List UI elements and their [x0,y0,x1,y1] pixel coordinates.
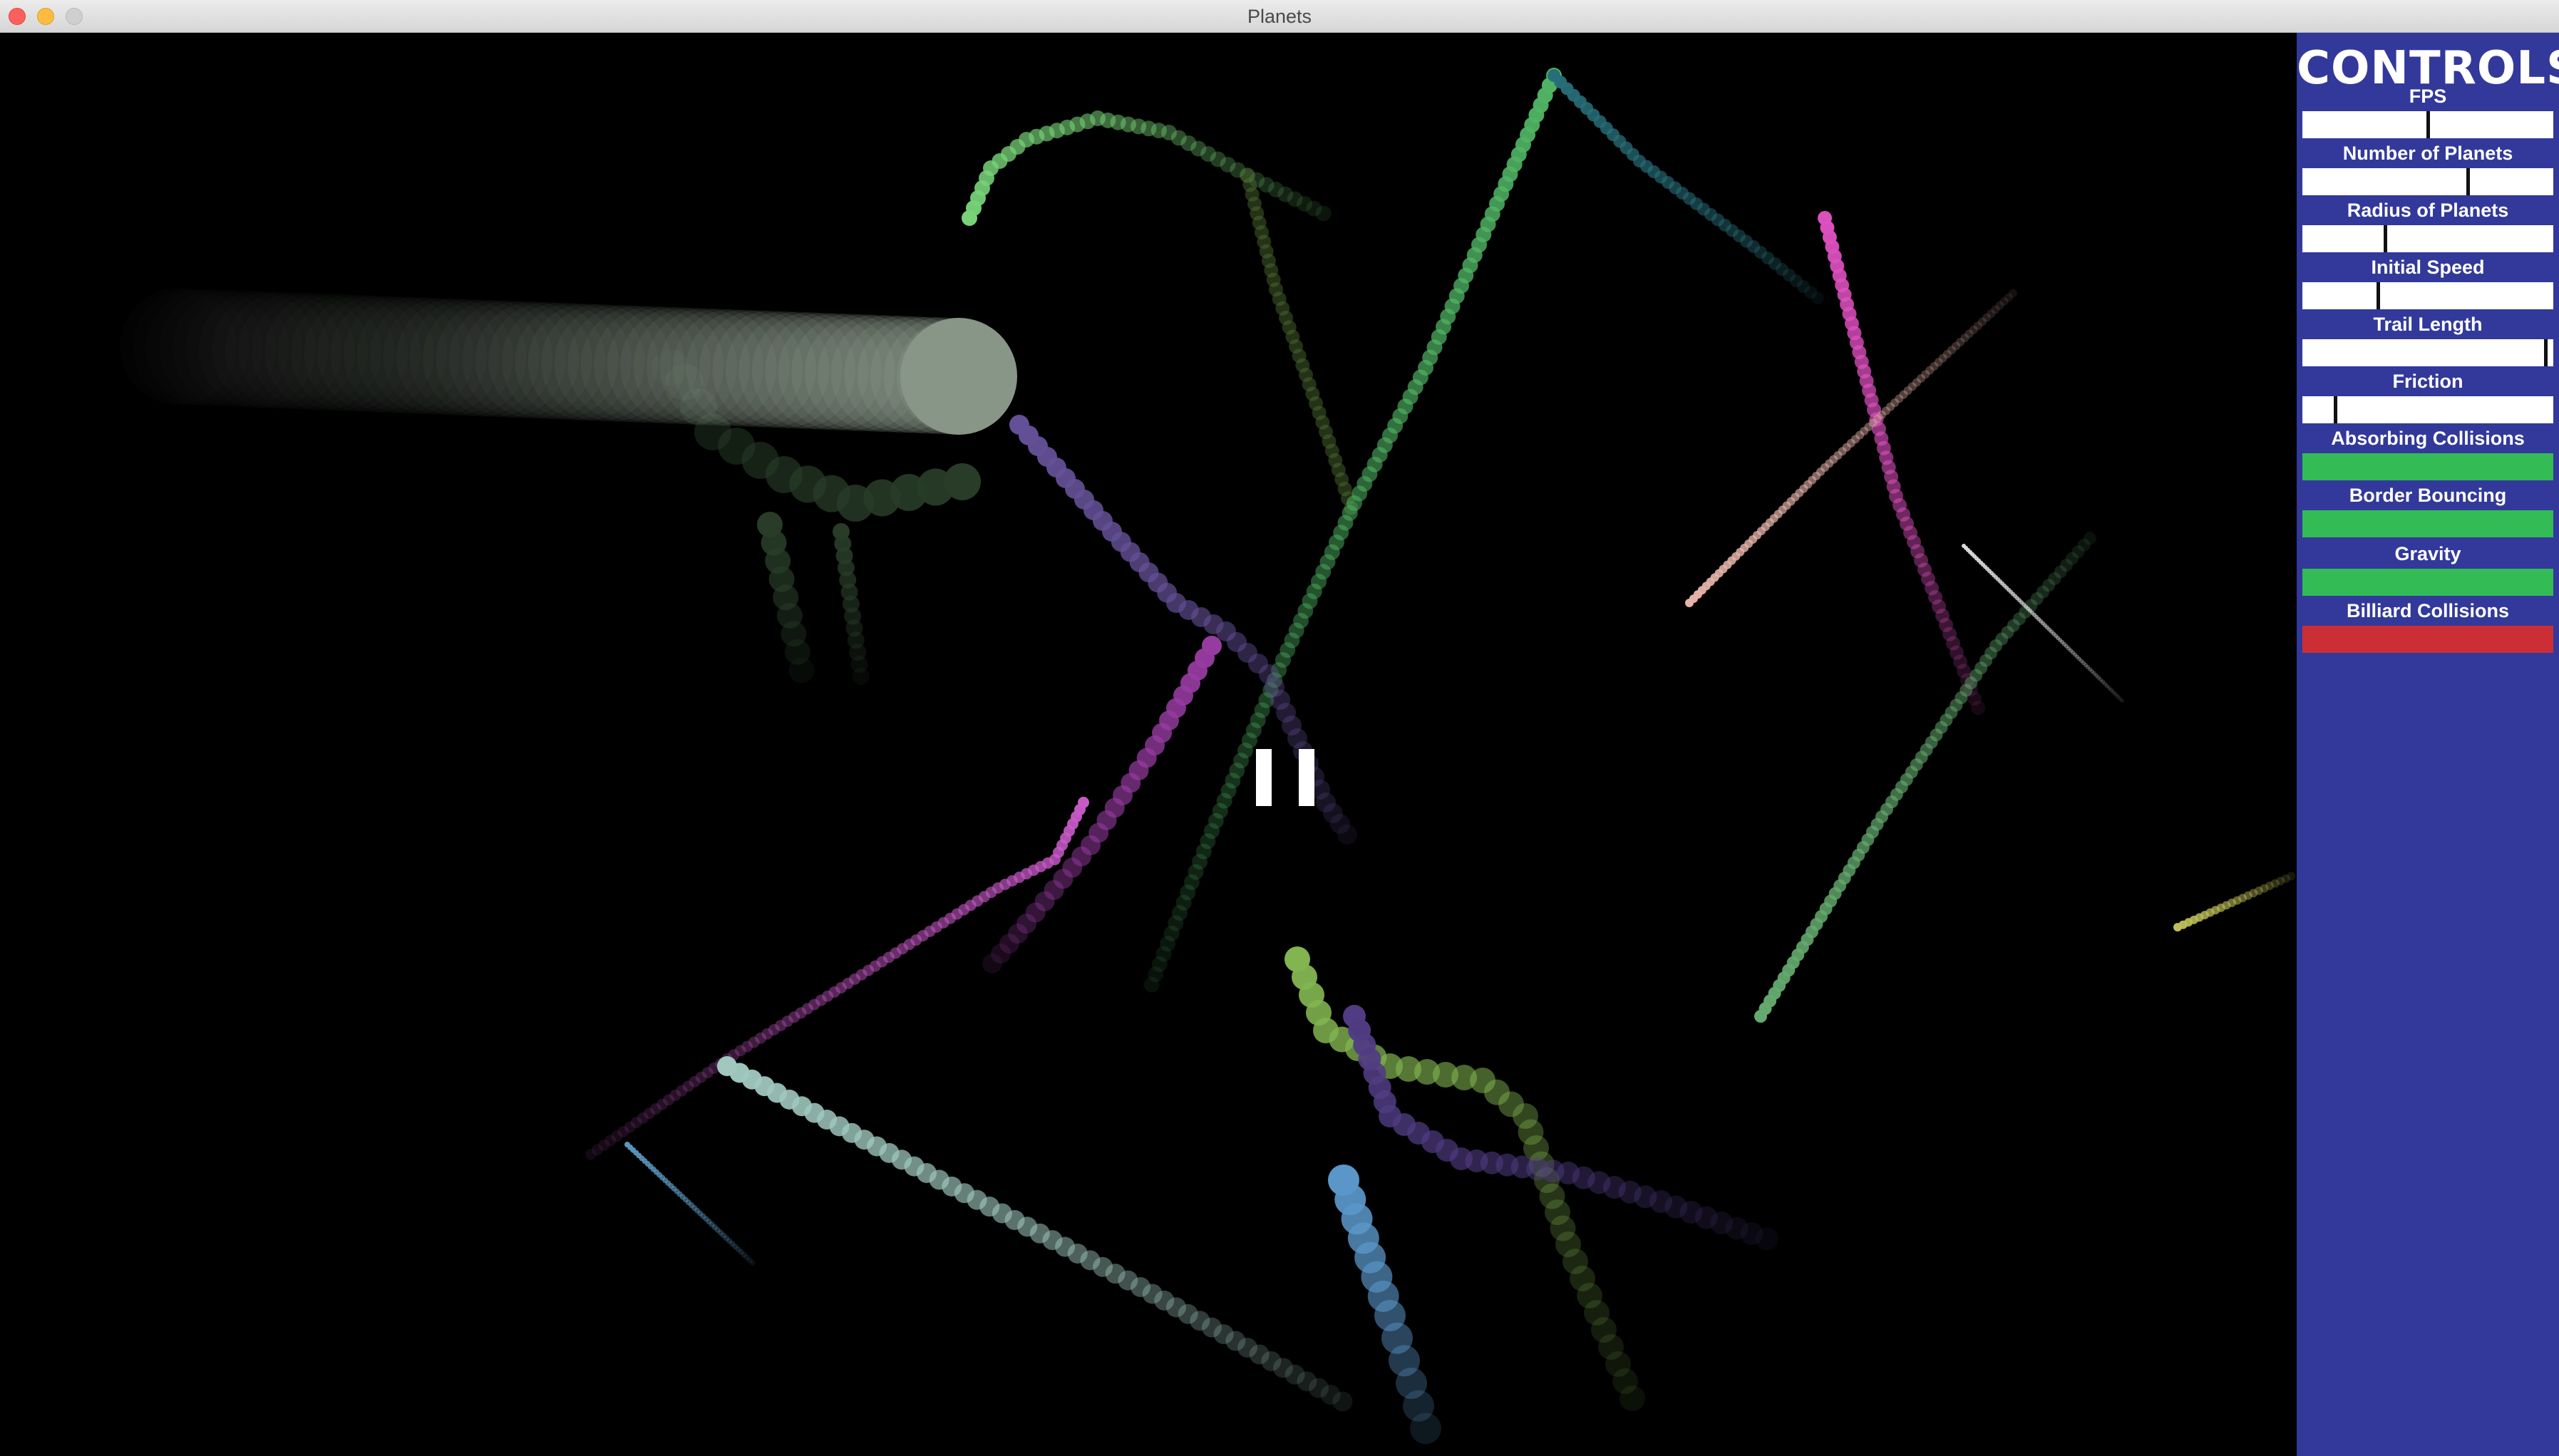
billiard-collisions-toggle[interactable] [2302,626,2553,653]
radius-control: Radius of Planets [2302,198,2553,255]
num-planets-slider[interactable] [2302,168,2553,195]
absorbing-collisions-label: Absorbing Collisions [2331,428,2525,449]
comet-planet [900,318,1017,435]
gravity-control: Gravity [2302,542,2553,599]
gravity-toggle[interactable] [2302,569,2553,596]
initial-speed-slider[interactable] [2302,282,2553,309]
trail-dot [2287,872,2296,881]
trail-dot [1971,701,1985,716]
trail-dot [2120,698,2124,703]
fps-label: FPS [2409,86,2447,107]
friction-slider[interactable] [2302,396,2553,423]
trail-dot [585,1148,597,1160]
fps-control: FPS [2302,84,2553,141]
controls-panel: CONTROLS FPS Number of Planets Radius of… [2297,33,2559,1456]
trail-dot [1410,1413,1441,1445]
friction-slider-handle[interactable] [2333,396,2337,423]
pause-icon [1256,749,1314,806]
trail-dot [1337,825,1357,845]
gravity-label: Gravity [2394,543,2461,564]
trail-dot [2083,532,2096,545]
trail-dot [749,1260,756,1266]
pause-icon-bar-left [1256,749,1272,806]
initial-speed-slider-handle[interactable] [2376,282,2380,309]
trail-dot [852,668,870,686]
border-bouncing-control: Border Bouncing [2302,483,2553,540]
billiard-collisions-label: Billiard Collisions [2346,600,2510,621]
title-bar: Planets [0,0,2559,33]
trail-dot [1620,1385,1645,1411]
trail-length-label: Trail Length [2373,314,2483,335]
absorbing-collisions-toggle[interactable] [2302,453,2553,480]
initial-speed-label: Initial Speed [2371,257,2485,278]
num-planets-label: Number of Planets [2342,143,2513,164]
trail-dot [1332,1391,1353,1412]
simulation-canvas[interactable] [0,33,2297,1456]
fps-slider-handle[interactable] [2426,111,2430,138]
trail-dot [1315,205,1332,222]
billiard-collisions-control: Billiard Collisions [2302,599,2553,656]
border-bouncing-toggle[interactable] [2302,510,2553,537]
radius-slider-handle[interactable] [2384,225,2388,252]
trail-length-slider[interactable] [2302,339,2553,366]
absorbing-collisions-control: Absorbing Collisions [2302,426,2553,483]
num-planets-control: Number of Planets [2302,141,2553,198]
friction-control: Friction [2302,369,2553,426]
trail-length-slider-handle[interactable] [2544,339,2548,366]
trail-length-control: Trail Length [2302,312,2553,369]
radius-label: Radius of Planets [2347,200,2509,221]
num-planets-slider-handle[interactable] [2466,168,2471,195]
pause-icon-bar-right [1299,749,1314,806]
trail-dot [982,954,1002,974]
radius-slider[interactable] [2302,225,2553,252]
fps-slider[interactable] [2302,111,2553,138]
trail-dot [1811,291,1824,304]
planet-trails-layer [370,68,2296,1445]
trail-dot [1143,976,1160,993]
trail-dot [788,657,815,683]
initial-speed-control: Initial Speed [2302,255,2553,312]
trail-dot [1755,1227,1778,1251]
trail-dot [2008,289,2017,298]
friction-label: Friction [2392,371,2463,392]
window-title: Planets [1247,6,1312,27]
border-bouncing-label: Border Bouncing [2349,485,2507,506]
